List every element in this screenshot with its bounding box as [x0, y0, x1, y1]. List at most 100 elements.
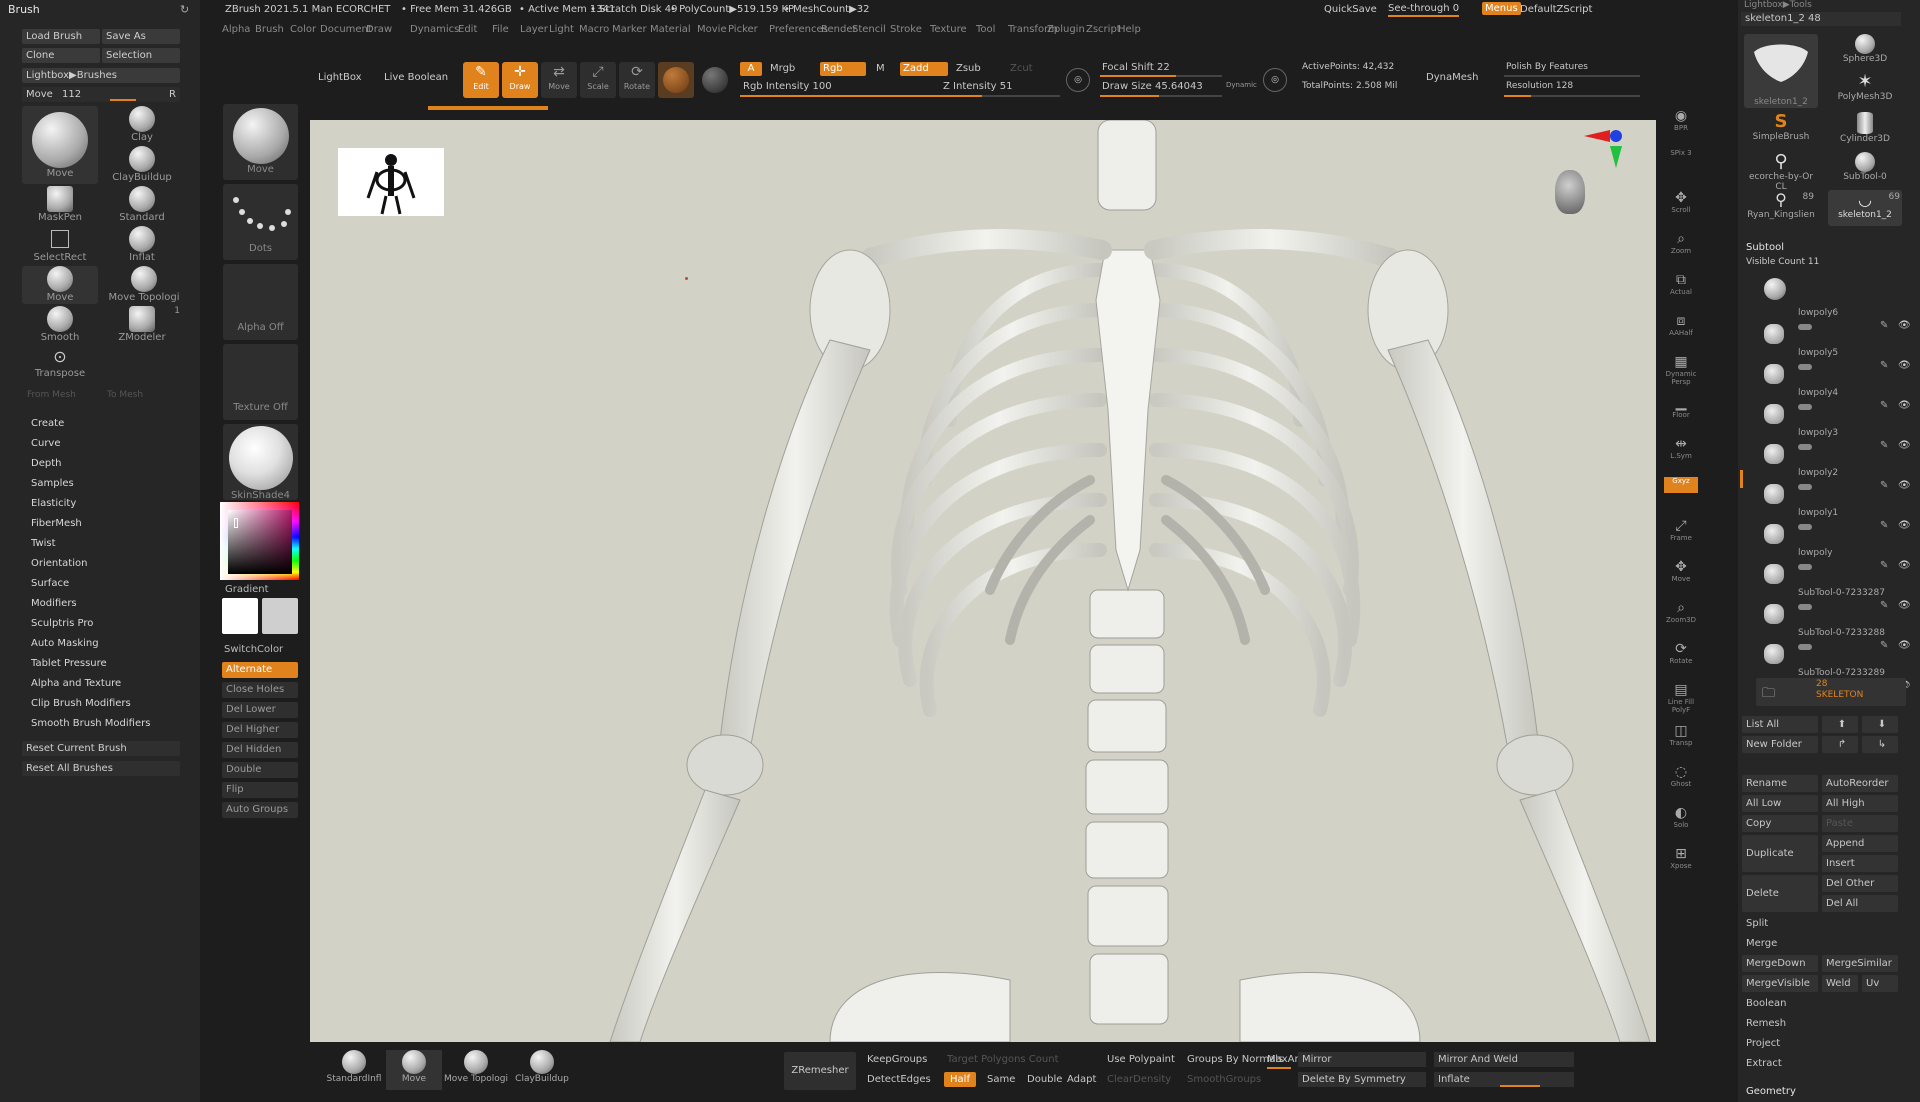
autoreorder-button[interactable]: AutoReorder	[1822, 775, 1898, 792]
del-higher-button[interactable]: Del Higher	[222, 722, 298, 738]
auto-groups-button[interactable]: Auto Groups	[222, 802, 298, 818]
subtool-header[interactable]: Subtool	[1746, 242, 1784, 253]
current-brush-thumb[interactable]: Move	[223, 104, 298, 180]
zadd-button[interactable]: Zadd	[900, 62, 948, 76]
eye-icon[interactable]: 👁	[1898, 320, 1911, 331]
uv-button[interactable]: Uv	[1862, 975, 1898, 992]
shelf-dynamic-persp[interactable]: ▦ Dynamic Persp	[1664, 354, 1698, 386]
subtool-toggle[interactable]	[1798, 564, 1812, 570]
reset-all-brushes-button[interactable]: Reset All Brushes	[22, 761, 180, 776]
eye-icon[interactable]: 👁	[1898, 440, 1911, 451]
merge-section[interactable]: Merge	[1746, 938, 1777, 949]
subtool-row[interactable]: lowpoly2 ✎ 👁	[1764, 468, 1914, 516]
shelf-aahalf[interactable]: ⧈ AAHalf	[1664, 313, 1698, 345]
switch-color-button[interactable]: SwitchColor	[224, 644, 283, 655]
subtool-row[interactable]	[1764, 276, 1914, 316]
double-button[interactable]: Double	[1027, 1074, 1062, 1085]
subtool-toggle[interactable]	[1798, 644, 1812, 650]
move-button[interactable]: ⇄ Move	[541, 62, 577, 98]
save-as-button[interactable]: Save As	[102, 29, 180, 44]
3d-viewport[interactable]	[310, 120, 1656, 1042]
brush-standard[interactable]: Standard	[104, 186, 180, 224]
eye-icon[interactable]: 👁	[1898, 560, 1911, 571]
tool-thumb-sphere3d[interactable]: Sphere3D	[1828, 34, 1902, 70]
tool-thumb-skeleton[interactable]: skeleton1_2	[1744, 34, 1818, 108]
del-lower-button[interactable]: Del Lower	[222, 702, 298, 718]
subtool-row[interactable]: lowpoly3 ✎ 👁	[1764, 428, 1914, 476]
menu-movie[interactable]: Movie	[697, 24, 727, 35]
menu-brush[interactable]: Brush	[255, 24, 284, 35]
shelf-l-sym[interactable]: ⇹ L.Sym	[1664, 436, 1698, 468]
brush-move-topologic[interactable]: Move Topologi	[104, 266, 184, 304]
texture-thumb[interactable]: Texture Off	[223, 344, 298, 420]
del-hidden-button[interactable]: Del Hidden	[222, 742, 298, 758]
menu-stroke[interactable]: Stroke	[890, 24, 922, 35]
lightbox-button[interactable]: LightBox	[318, 72, 362, 83]
mirror-and-weld-button[interactable]: Mirror And Weld	[1434, 1052, 1574, 1067]
brush-move-large[interactable]: Move	[22, 106, 98, 184]
insert-button[interactable]: Insert	[1822, 855, 1898, 872]
subtool-row[interactable]: lowpoly6 ✎ 👁	[1764, 308, 1914, 356]
menu-picker[interactable]: Picker	[728, 24, 758, 35]
brush-menu-auto-masking[interactable]: Auto Masking	[0, 634, 190, 654]
zremesher-button[interactable]: ZRemesher	[784, 1052, 856, 1090]
shelf-frame[interactable]: ⤢ Frame	[1664, 518, 1698, 550]
alpha-thumb[interactable]: Alpha Off	[223, 264, 298, 340]
move-brush-slider[interactable]: Move 112 R	[22, 87, 180, 102]
eye-icon[interactable]: 👁	[1898, 520, 1911, 531]
axis-gizmo[interactable]	[1580, 126, 1640, 186]
eye-icon[interactable]: 👁	[1898, 360, 1911, 371]
brush-smooth[interactable]: Smooth	[22, 306, 98, 344]
brush-menu-curve[interactable]: Curve	[0, 434, 190, 454]
weld-button[interactable]: Weld	[1822, 975, 1858, 992]
focal-shift-slider[interactable]: Focal Shift 22	[1102, 62, 1170, 73]
current-tool-slider[interactable]: skeleton1_2 48	[1741, 12, 1901, 26]
paint-icon[interactable]: ✎	[1880, 560, 1888, 571]
list-all-button[interactable]: List All	[1742, 716, 1818, 733]
detect-edges-button[interactable]: DetectEdges	[867, 1074, 931, 1085]
shelf-spix-3[interactable]: SPix 3	[1664, 149, 1698, 181]
menu-layer[interactable]: Layer	[520, 24, 548, 35]
del-all-button[interactable]: Del All	[1822, 895, 1898, 912]
close-holes-button[interactable]: Close Holes	[222, 682, 298, 698]
use-polypaint-button[interactable]: Use Polypaint	[1107, 1054, 1175, 1065]
new-folder-button[interactable]: New Folder	[1742, 736, 1818, 753]
shelf-zoom3d[interactable]: ⌕ Zoom3D	[1664, 600, 1698, 632]
symmetry-icon[interactable]: ◎	[1066, 68, 1090, 92]
subtool-toggle[interactable]	[1798, 444, 1812, 450]
reset-current-brush-button[interactable]: Reset Current Brush	[22, 741, 180, 756]
dynamic-button[interactable]: Dynamic	[1226, 81, 1257, 89]
resolution-slider[interactable]: Resolution 128	[1506, 81, 1573, 91]
subtool-row[interactable]: lowpoly5 ✎ 👁	[1764, 348, 1914, 396]
quicksave-button[interactable]: QuickSave	[1324, 4, 1377, 15]
menu-stencil[interactable]: Stencil	[852, 24, 886, 35]
brush-selectrect[interactable]: SelectRect	[22, 226, 98, 264]
lightbox-brushes-button[interactable]: Lightbox▶Brushes	[22, 68, 180, 83]
a-button[interactable]: A	[740, 62, 762, 76]
shelf-move[interactable]: ✥ Move	[1664, 559, 1698, 591]
skeleton-model[interactable]	[310, 120, 1656, 1042]
all-low-button[interactable]: All Low	[1742, 795, 1818, 812]
menu-zscript[interactable]: Zscript	[1086, 24, 1121, 35]
menu-marker[interactable]: Marker	[612, 24, 647, 35]
brush-menu-fibermesh[interactable]: FiberMesh	[0, 514, 190, 534]
brush-maskpen[interactable]: MaskPen	[22, 186, 98, 224]
shelf-xpose[interactable]: ⊞ Xpose	[1664, 846, 1698, 878]
brush-menu-sculptris-pro[interactable]: Sculptris Pro	[0, 614, 190, 634]
menu-zplugin[interactable]: Zplugin	[1047, 24, 1085, 35]
tool-thumb-ecorche[interactable]: ⚲ ecorche-by-Or CL	[1744, 152, 1818, 193]
brush-menu-smooth-brush-modifiers[interactable]: Smooth Brush Modifiers	[0, 714, 190, 734]
subtool-scroll-indicator[interactable]	[1740, 470, 1743, 488]
subtool-toggle[interactable]	[1798, 524, 1812, 530]
zsub-button[interactable]: Zsub	[956, 63, 981, 74]
brush-menu-create[interactable]: Create	[0, 414, 190, 434]
brush-menu-tablet-pressure[interactable]: Tablet Pressure	[0, 654, 190, 674]
brush-menu-modifiers[interactable]: Modifiers	[0, 594, 190, 614]
half-button[interactable]: Half	[944, 1072, 976, 1087]
shelf-rotate[interactable]: ⟳ Rotate	[1664, 641, 1698, 673]
paint-icon[interactable]: ✎	[1880, 640, 1888, 651]
menu-color[interactable]: Color	[290, 24, 316, 35]
to-mesh-button[interactable]: To Mesh	[107, 390, 143, 400]
flip-button[interactable]: Flip	[222, 782, 298, 798]
z-intensity-slider[interactable]: Z Intensity 51	[943, 81, 1012, 92]
